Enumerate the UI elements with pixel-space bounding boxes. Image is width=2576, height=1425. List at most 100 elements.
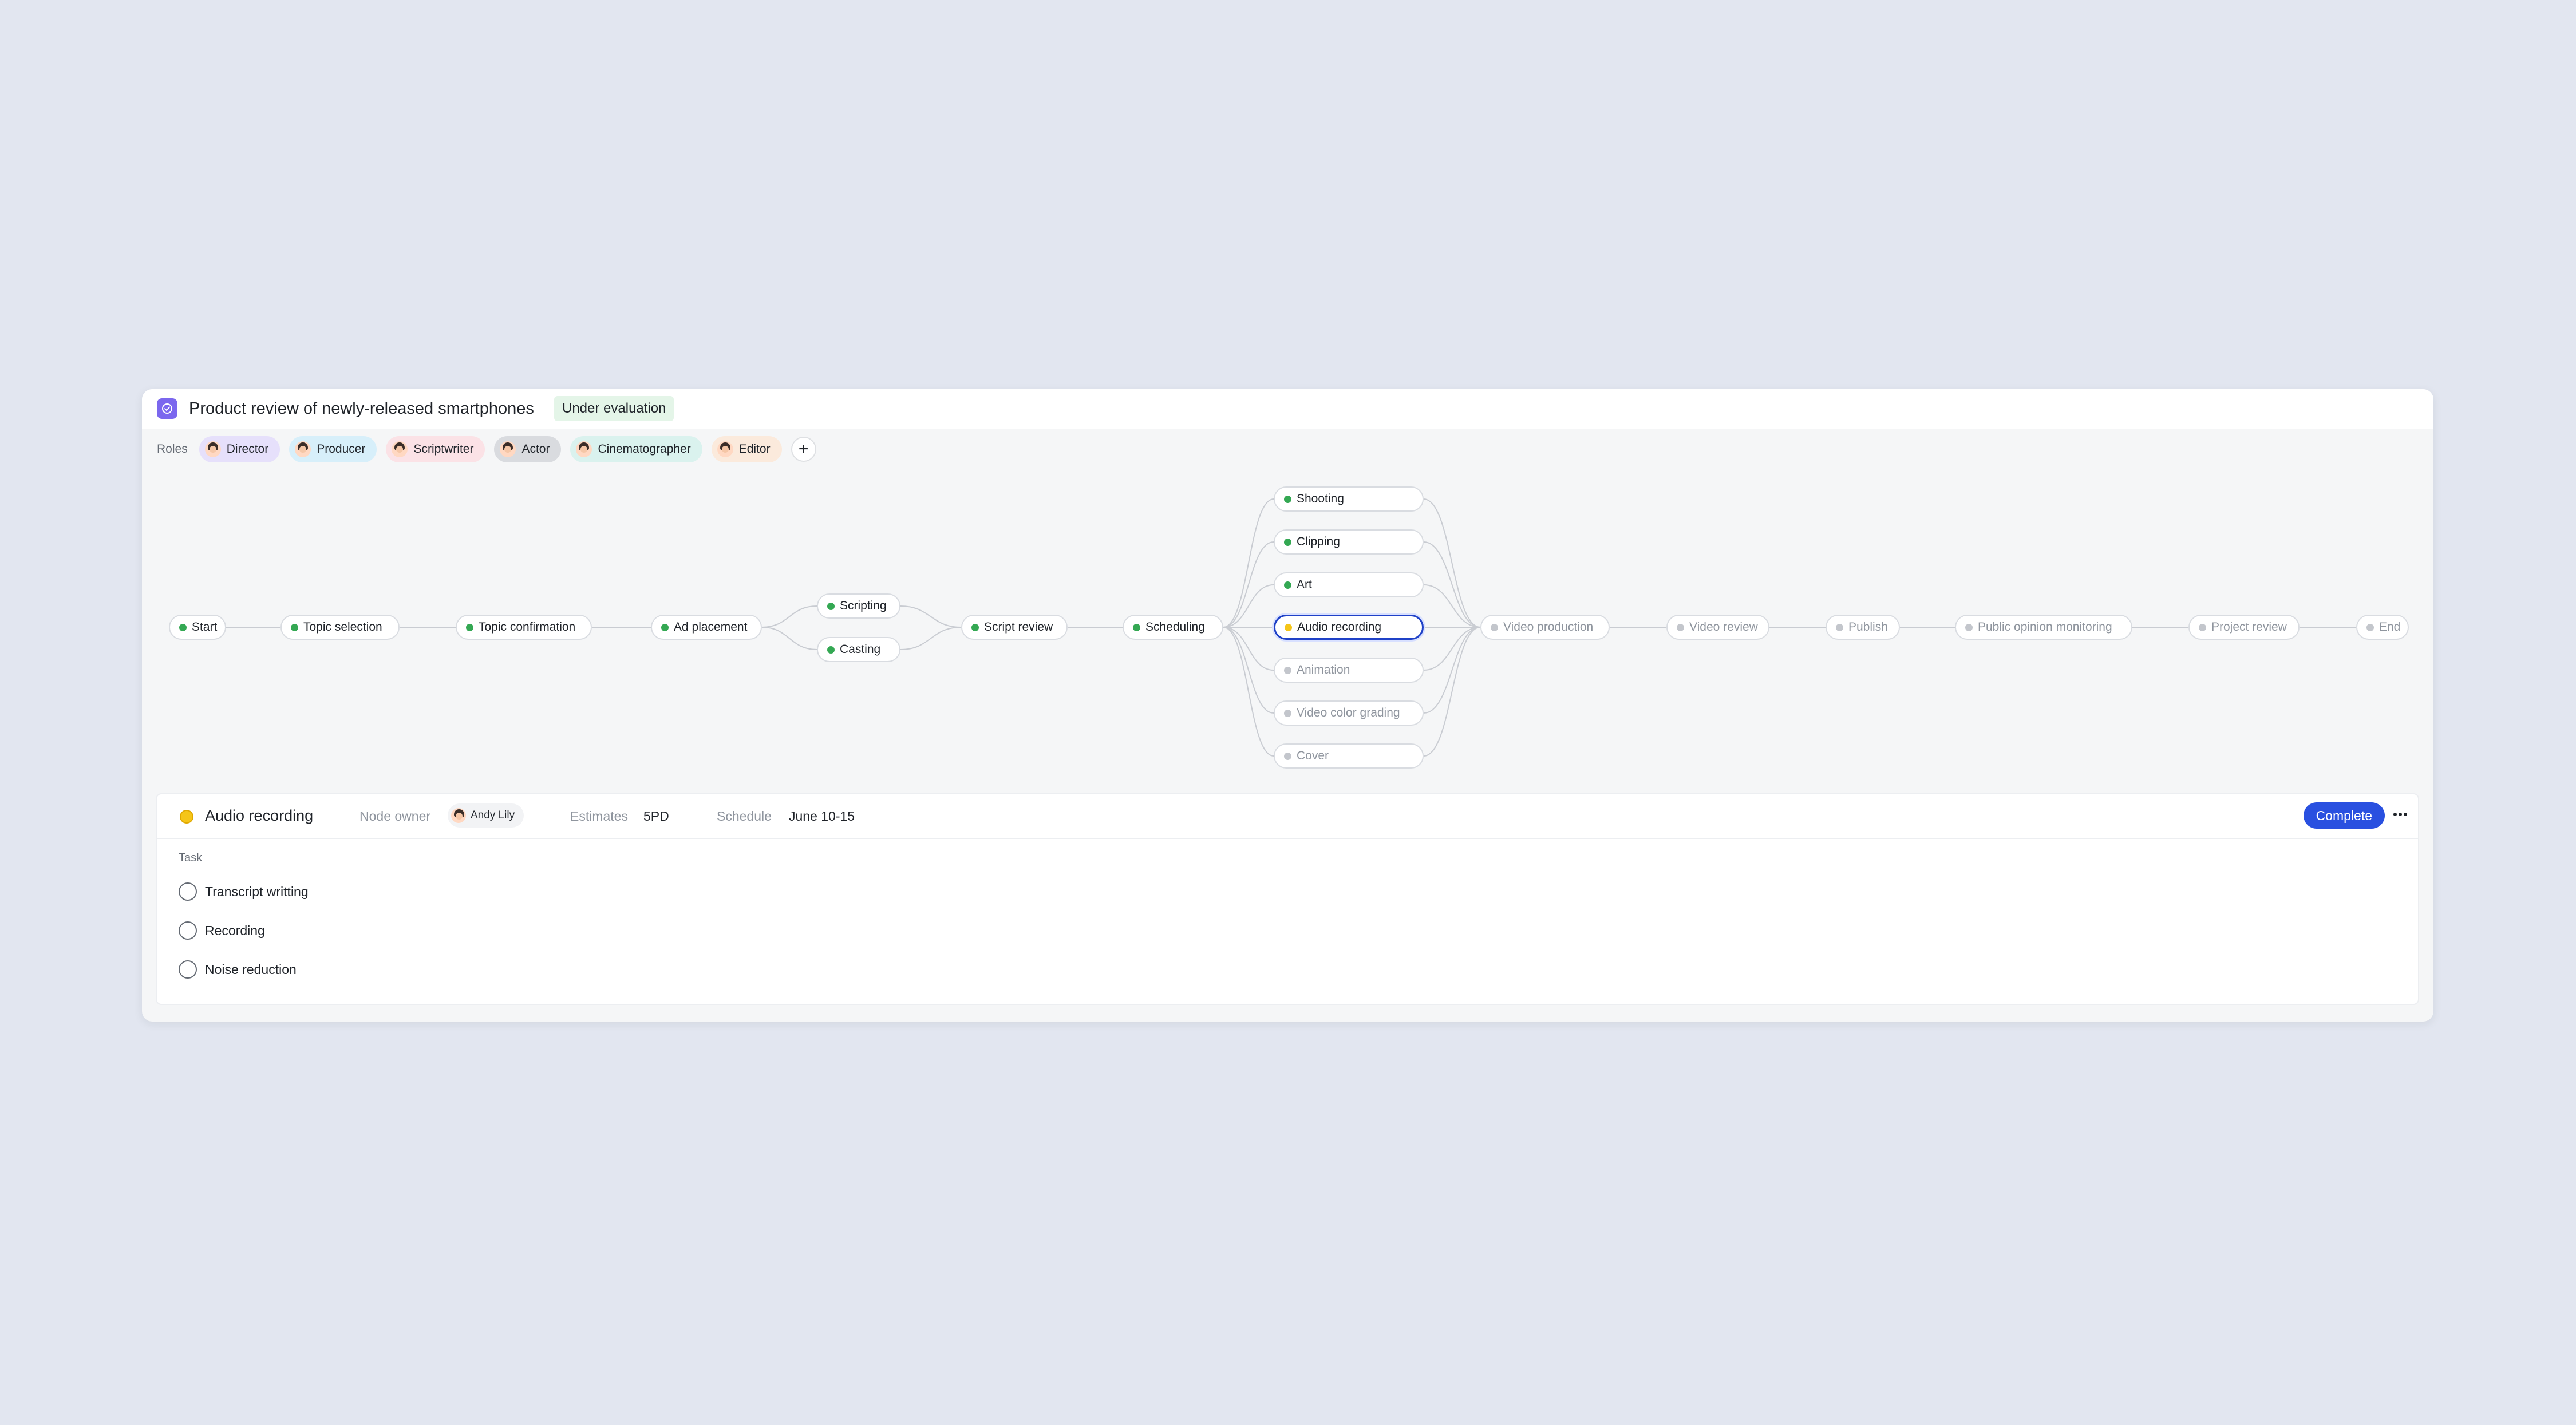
- flow-connector: [900, 605, 962, 628]
- status-dot-icon: [1284, 581, 1291, 589]
- schedule-value[interactable]: June 10-15: [789, 809, 855, 824]
- complete-button[interactable]: Complete: [2303, 802, 2385, 829]
- flow-node-publish[interactable]: Publish: [1826, 615, 1900, 640]
- node-owner-label: Node owner: [359, 809, 431, 824]
- task-item: Recording: [179, 919, 265, 942]
- flow-node-label: Scheduling: [1145, 620, 1205, 634]
- flow-connector: [1423, 627, 1481, 714]
- flow-node-label: Topic confirmation: [479, 620, 576, 634]
- owner-name: Andy Lily: [471, 809, 515, 821]
- task-section-label: Task: [179, 852, 203, 864]
- flow-connector: [1423, 541, 1481, 628]
- task-item: Noise reduction: [179, 958, 297, 981]
- flow-node-label: Cover: [1297, 749, 1329, 762]
- flow-node-label: Animation: [1297, 663, 1350, 676]
- flow-node-label: Video production: [1503, 620, 1594, 634]
- flow-connector: [761, 627, 817, 650]
- flow-node-topic-selection[interactable]: Topic selection: [280, 615, 400, 640]
- flow-connector: [1223, 584, 1274, 628]
- status-dot-icon: [466, 623, 473, 631]
- status-dot-icon: [1284, 538, 1291, 546]
- status-dot-icon: [1133, 623, 1140, 631]
- flow-node-cover[interactable]: Cover: [1274, 743, 1424, 769]
- flow-node-label: Public opinion monitoring: [1978, 620, 2112, 634]
- flow-connector: [1423, 498, 1481, 628]
- flow-connector: [900, 627, 962, 650]
- flow-node-label: Ad placement: [674, 620, 748, 634]
- flow-connector: [1223, 627, 1274, 714]
- estimates-label: Estimates: [570, 809, 628, 824]
- node-detail-header: Audio recording Node owner Andy Lily Est…: [157, 794, 2418, 839]
- flow-connector: [1423, 584, 1481, 628]
- flow-node-topic-confirmation[interactable]: Topic confirmation: [456, 615, 592, 640]
- flow-node-label: Start: [192, 620, 218, 634]
- task-label: Transcript writting: [205, 884, 309, 899]
- task-checkbox[interactable]: [179, 882, 197, 901]
- flow-node-art[interactable]: Art: [1274, 572, 1424, 597]
- flow-node-label: Scripting: [840, 599, 887, 612]
- task-label: Recording: [205, 923, 265, 938]
- flow-node-start[interactable]: Start: [169, 615, 226, 640]
- status-dot-icon: [827, 646, 835, 654]
- flow-connector: [761, 605, 817, 628]
- flow-node-label: Audio recording: [1297, 620, 1382, 634]
- schedule-label: Schedule: [717, 809, 772, 824]
- status-dot-icon: [1491, 623, 1498, 631]
- status-dot-icon: [1284, 752, 1291, 760]
- node-title: Audio recording: [205, 807, 314, 824]
- estimates-value[interactable]: 5PD: [643, 809, 669, 824]
- flow-connector: [1223, 498, 1274, 628]
- flow-node-video-production[interactable]: Video production: [1480, 615, 1610, 640]
- flow-connector: [1423, 627, 1481, 757]
- flow-node-label: Clipping: [1297, 535, 1340, 548]
- status-dot-icon: [661, 623, 669, 631]
- status-dot-icon: [1285, 623, 1292, 631]
- status-dot-icon: [1965, 623, 1973, 631]
- flow-node-clipping[interactable]: Clipping: [1274, 529, 1424, 555]
- status-dot-icon: [1284, 666, 1291, 674]
- flow-node-casting[interactable]: Casting: [817, 637, 900, 662]
- flow-node-label: Video review: [1689, 620, 1758, 634]
- flow-connector: [1423, 627, 1481, 671]
- flow-node-label: Project review: [2211, 620, 2287, 634]
- workflow-card: Product review of newly-released smartph…: [142, 389, 2433, 1022]
- status-dot-icon: [1677, 623, 1684, 631]
- status-dot-icon: [1836, 623, 1843, 631]
- flow-node-label: Casting: [840, 643, 881, 656]
- flow-node-scripting[interactable]: Scripting: [817, 593, 900, 619]
- flow-node-ad-placement[interactable]: Ad placement: [651, 615, 762, 640]
- flow-node-label: Topic selection: [303, 620, 382, 634]
- flow-connector: [1223, 541, 1274, 628]
- flow-node-project-review[interactable]: Project review: [2188, 615, 2300, 640]
- status-dot-icon: [291, 623, 298, 631]
- status-dot-icon: [971, 623, 979, 631]
- flow-node-animation[interactable]: Animation: [1274, 658, 1424, 683]
- more-horizontal-icon[interactable]: [2391, 805, 2410, 824]
- task-label: Noise reduction: [205, 961, 297, 977]
- task-checkbox[interactable]: [179, 921, 197, 940]
- node-owner-chip[interactable]: Andy Lily: [448, 803, 524, 828]
- flow-connector: [1223, 627, 1274, 757]
- flow-node-public-opinion-monitoring[interactable]: Public opinion monitoring: [1955, 615, 2132, 640]
- status-dot-icon: [1284, 495, 1291, 503]
- flow-node-audio-recording[interactable]: Audio recording: [1274, 615, 1424, 640]
- flow-node-label: Art: [1297, 578, 1312, 591]
- flow-node-video-review[interactable]: Video review: [1666, 615, 1769, 640]
- flow-node-label: Shooting: [1297, 492, 1344, 505]
- flow-node-shooting[interactable]: Shooting: [1274, 486, 1424, 512]
- task-item: Transcript writting: [179, 880, 309, 903]
- flow-node-label: Script review: [984, 620, 1053, 634]
- flow-node-script-review[interactable]: Script review: [961, 615, 1068, 640]
- flow-node-end[interactable]: End: [2356, 615, 2409, 640]
- node-detail-panel: Audio recording Node owner Andy Lily Est…: [156, 793, 2419, 1005]
- status-dot-icon: [2366, 623, 2374, 631]
- status-dot-icon: [2199, 623, 2206, 631]
- avatar: [451, 808, 466, 823]
- flow-node-label: Video color grading: [1297, 706, 1400, 719]
- flow-connector: [1223, 627, 1274, 671]
- flow-node-scheduling[interactable]: Scheduling: [1123, 615, 1223, 640]
- status-dot-icon: [179, 623, 187, 631]
- status-dot-icon: [827, 602, 835, 610]
- flow-node-video-color-grading[interactable]: Video color grading: [1274, 700, 1424, 726]
- task-checkbox[interactable]: [179, 960, 197, 979]
